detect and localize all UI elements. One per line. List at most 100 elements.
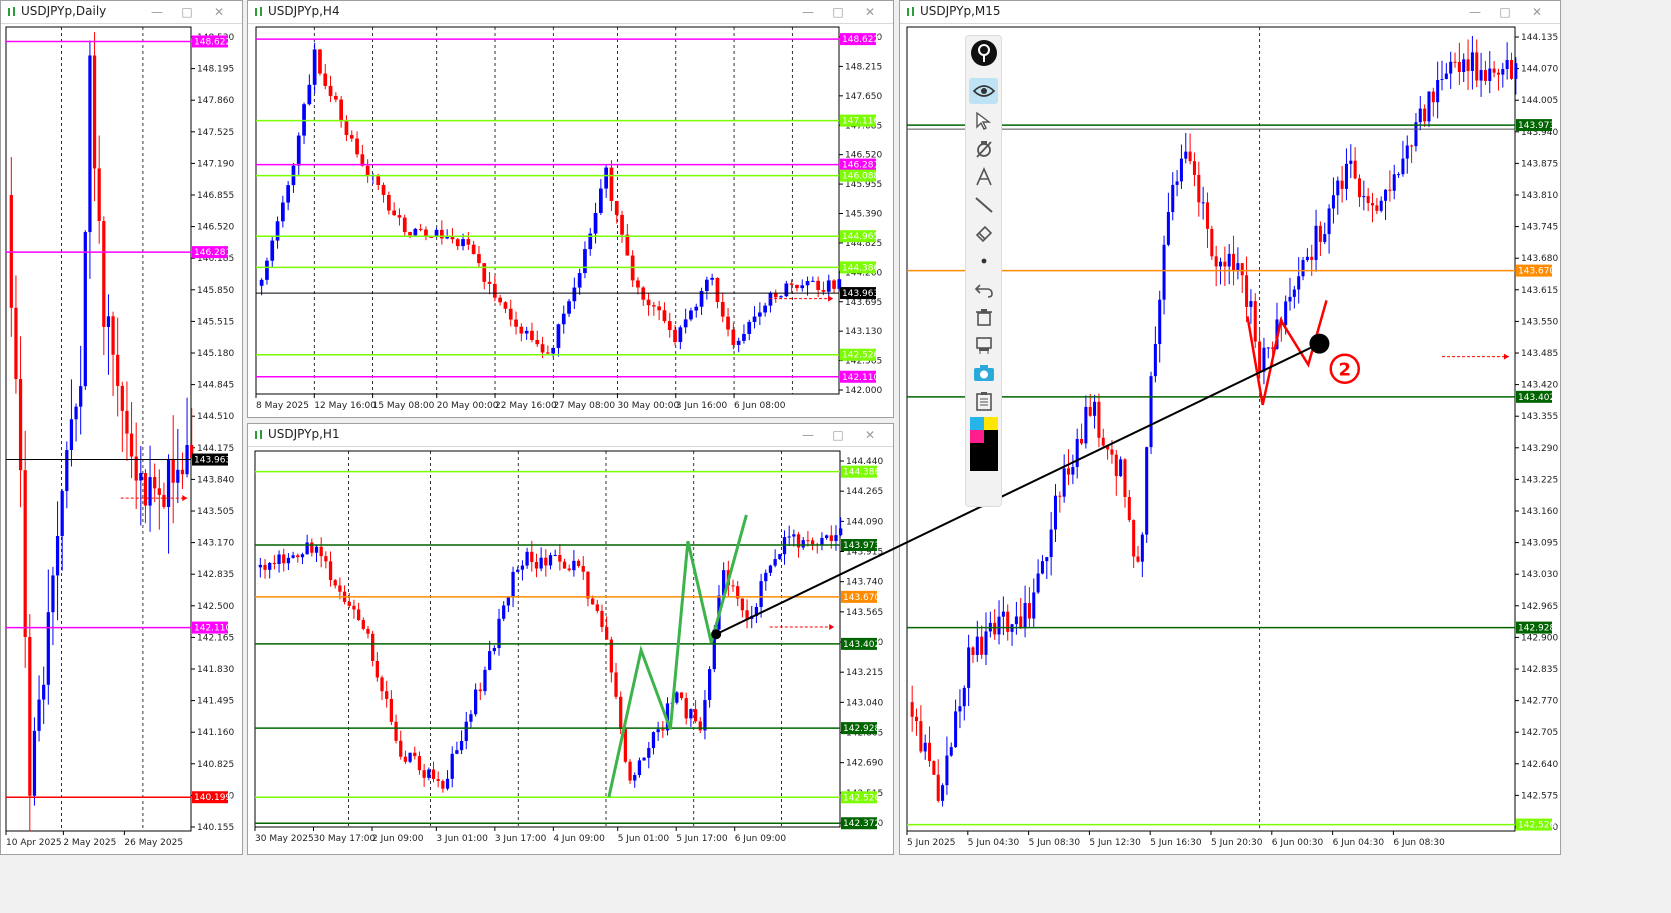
candle-body xyxy=(355,138,359,155)
candle-body xyxy=(157,488,161,495)
price-label: 142.165 xyxy=(197,633,234,643)
candle-body xyxy=(339,99,344,122)
candle-body xyxy=(1323,234,1327,242)
candle-body xyxy=(710,277,715,280)
candle-body xyxy=(83,232,87,387)
candle-body xyxy=(698,721,702,731)
level-price-text: 143.402 xyxy=(843,640,880,650)
palette-icon[interactable] xyxy=(969,416,998,472)
candle-body xyxy=(333,580,337,586)
price-label: 143.565 xyxy=(846,608,883,618)
candle-body xyxy=(525,551,529,566)
candle-body xyxy=(1014,616,1018,625)
candle-body xyxy=(385,691,389,699)
time-label: 8 May 2025 xyxy=(256,401,309,411)
stamp-icon[interactable] xyxy=(969,332,998,358)
candle-body xyxy=(129,433,134,457)
price-label: 143.215 xyxy=(846,668,883,678)
candle-body xyxy=(742,333,746,341)
candle-body xyxy=(932,761,936,775)
daily-chart-window[interactable]: USDJPYp,Daily — □ ✕ 148.530148.195147.86… xyxy=(0,0,243,855)
eye-icon[interactable] xyxy=(969,78,998,104)
cursor-icon[interactable] xyxy=(969,108,998,134)
magnet-icon[interactable] xyxy=(969,136,998,162)
candle-body xyxy=(171,459,175,483)
line-icon[interactable] xyxy=(969,192,998,218)
drawing-toolbar xyxy=(965,35,1002,507)
candle-body xyxy=(180,469,185,475)
candle-body xyxy=(556,324,561,348)
candle-body xyxy=(1423,108,1427,122)
candle-body xyxy=(1410,145,1414,147)
candle-body xyxy=(684,698,688,719)
candle-body xyxy=(614,672,618,697)
candle-body xyxy=(1392,174,1396,191)
time-label: 3 Jun 01:00 xyxy=(436,834,488,844)
candle-body xyxy=(1110,449,1114,455)
time-label: 6 Jun 08:00 xyxy=(734,401,786,411)
price-label: 141.495 xyxy=(197,697,234,707)
candle-body xyxy=(1036,573,1040,593)
candle-body xyxy=(598,188,603,213)
time-label: 12 May 16:00 xyxy=(314,401,376,411)
candle-body xyxy=(324,556,328,562)
candle-body xyxy=(459,740,464,751)
h4-chart-window[interactable]: USDJPYp,H4 — □ ✕ 148.780148.215147.65014… xyxy=(247,0,894,418)
candle-body xyxy=(291,555,295,558)
candle-body xyxy=(720,301,725,317)
candle-body xyxy=(445,237,450,239)
pin-icon[interactable] xyxy=(969,40,998,66)
time-label: 6 Jun 09:00 xyxy=(735,834,787,844)
candle-body xyxy=(673,329,677,342)
candle-body xyxy=(1106,445,1110,450)
candle-body xyxy=(816,280,821,290)
candle-body xyxy=(558,554,562,562)
time-label: 5 Jun 16:30 xyxy=(1150,838,1202,848)
text-icon[interactable] xyxy=(969,164,998,190)
candle-body xyxy=(506,597,511,606)
candle-body xyxy=(461,239,465,247)
trash-icon[interactable] xyxy=(969,304,998,330)
candle-body xyxy=(1053,495,1058,530)
candle-body xyxy=(1132,520,1136,557)
daily-plot[interactable]: 148.530148.195147.860147.525147.190146.8… xyxy=(1,1,242,854)
candle-body xyxy=(1340,180,1344,189)
candle-body xyxy=(1158,299,1162,345)
undo-icon[interactable] xyxy=(969,276,998,302)
candle-body xyxy=(829,535,833,541)
clipboard-icon[interactable] xyxy=(969,388,998,414)
dot-icon[interactable] xyxy=(969,248,998,274)
level-price-text: 147.116 xyxy=(842,117,879,127)
candle-body xyxy=(492,283,497,298)
candle-body xyxy=(752,316,757,322)
h4-plot[interactable]: 148.780148.215147.650147.085146.520145.9… xyxy=(248,1,893,417)
candle-body xyxy=(344,121,349,136)
candle-body xyxy=(1093,401,1097,416)
candle-body xyxy=(919,721,923,752)
h1-chart-window[interactable]: USDJPYp,H1 — □ ✕ 144.440 144.265 144.090 14… xyxy=(247,423,894,855)
candle-body xyxy=(148,477,152,506)
candle-body xyxy=(1370,203,1375,206)
h1-plot[interactable]: 144.440 144.265 144.090 143.915 143.740 143.5… xyxy=(248,424,893,854)
eraser-icon[interactable] xyxy=(969,220,998,246)
candle-body xyxy=(319,546,323,557)
candle-body xyxy=(689,310,693,320)
candle-body xyxy=(466,239,471,245)
candle-body xyxy=(1140,534,1144,562)
level-price-text: 142.526 xyxy=(843,793,880,803)
camera-icon[interactable] xyxy=(969,360,998,386)
candle-body xyxy=(1032,592,1036,619)
candle-body xyxy=(503,302,508,309)
candle-body xyxy=(352,605,356,610)
candle-body xyxy=(1253,301,1257,342)
candle-body xyxy=(941,785,945,801)
candle-body xyxy=(949,747,953,756)
candle-body xyxy=(1362,196,1366,198)
price-label: 143.040 xyxy=(846,698,883,708)
candle-body xyxy=(567,301,571,314)
candle-body xyxy=(1101,437,1105,446)
candle-body xyxy=(88,55,92,233)
candle-body xyxy=(1179,158,1183,182)
price-label: 143.810 xyxy=(1521,191,1558,201)
candle-body xyxy=(282,554,286,564)
